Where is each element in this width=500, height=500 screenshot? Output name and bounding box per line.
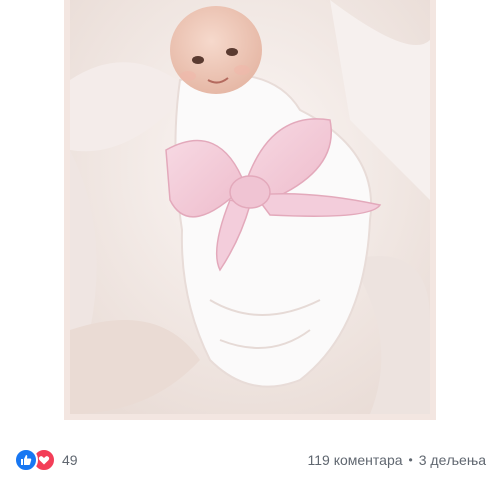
photo-frame [64, 0, 436, 420]
reactions-summary[interactable]: 49 [14, 448, 78, 472]
post-photo-container[interactable] [0, 0, 500, 430]
post-photo[interactable] [70, 0, 430, 414]
reaction-bar: 49 119 коментара • 3 дељења [0, 440, 500, 480]
separator-dot: • [408, 453, 413, 467]
baby-photo-illustration [70, 0, 430, 414]
reaction-count: 49 [62, 452, 78, 468]
comment-count-link[interactable]: 119 коментара [307, 452, 402, 468]
share-count-link[interactable]: 3 дељења [419, 452, 486, 468]
like-icon [14, 448, 38, 472]
engagement-summary: 119 коментара • 3 дељења [307, 452, 486, 468]
